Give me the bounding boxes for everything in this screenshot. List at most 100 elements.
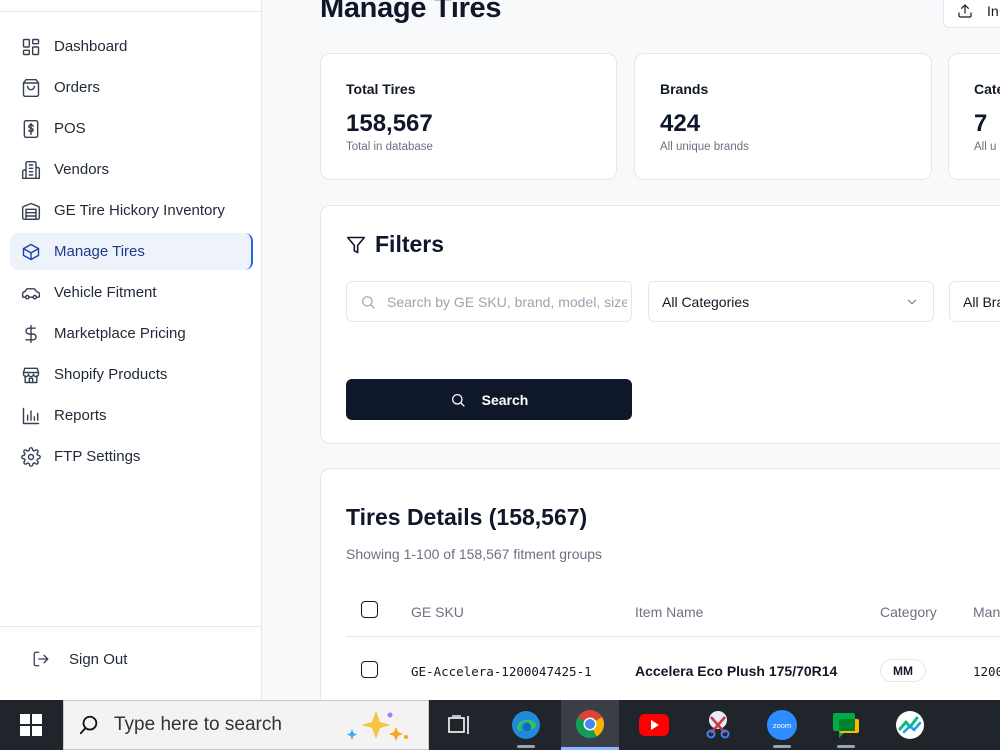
brand-select-value: All Bra	[963, 293, 1000, 310]
sidebar-item-orders[interactable]: Orders	[10, 69, 253, 106]
sidebar-item-label: Dashboard	[54, 38, 128, 55]
dollar-receipt-icon	[21, 119, 41, 139]
import-label: In	[987, 3, 999, 19]
sidebar-item-label: POS	[54, 120, 86, 137]
search-button-label: Search	[481, 391, 529, 408]
upload-icon	[958, 4, 972, 18]
column-header-item-name[interactable]: Item Name	[635, 604, 703, 620]
edge-icon[interactable]	[497, 700, 555, 750]
stat-value: 158,567	[346, 110, 433, 137]
windows-taskbar: Type here to search zoom	[0, 700, 1000, 750]
sidebar: Dashboard Orders POS Vendors GE Tire Hic…	[0, 0, 262, 700]
building-icon	[21, 160, 41, 180]
column-header-category[interactable]: Category	[880, 604, 937, 620]
category-badge: MM	[880, 659, 926, 682]
search-button[interactable]: Search	[346, 379, 632, 420]
sidebar-item-reports[interactable]: Reports	[10, 397, 253, 434]
search-icon	[451, 393, 465, 407]
sidebar-item-label: Vendors	[54, 161, 110, 178]
stat-subtext: All u	[974, 141, 997, 153]
filters-card: Filters All Categories All Bra Search	[320, 205, 1000, 444]
task-view-icon[interactable]	[431, 700, 489, 750]
sidebar-item-marketplace-pricing[interactable]: Marketplace Pricing	[10, 315, 253, 352]
column-header-ge-sku[interactable]: GE SKU	[411, 604, 464, 620]
stat-card-brands: Brands 424 All unique brands	[634, 53, 932, 180]
gear-icon	[21, 446, 41, 467]
details-subtitle: Showing 1-100 of 158,567 fitment groups	[346, 546, 603, 562]
tires-details-card: Tires Details (158,567) Showing 1-100 of…	[320, 468, 1000, 728]
sidebar-item-vehicle-fitment[interactable]: Vehicle Fitment	[10, 274, 253, 311]
zoom-icon[interactable]: zoom	[753, 700, 811, 750]
sidebar-item-label: Orders	[54, 79, 100, 96]
sidebar-item-label: Marketplace Pricing	[54, 325, 186, 342]
car-icon	[21, 283, 41, 303]
sidebar-item-label: Manage Tires	[54, 243, 145, 260]
warehouse-icon	[21, 201, 41, 221]
page-title: Manage Tires	[320, 0, 502, 24]
filter-icon	[346, 236, 366, 253]
column-header-manufacturer[interactable]: Man	[973, 604, 1000, 620]
search-icon	[79, 715, 98, 735]
sidebar-item-dashboard[interactable]: Dashboard	[10, 28, 253, 65]
stat-subtext: All unique brands	[660, 141, 749, 153]
row-checkbox[interactable]	[361, 661, 378, 678]
sidebar-item-shopify-products[interactable]: Shopify Products	[10, 356, 253, 393]
stat-subtext: Total in database	[346, 141, 433, 153]
bar-chart-icon	[21, 406, 41, 426]
details-title: Tires Details (158,567)	[346, 504, 588, 530]
store-icon	[21, 365, 41, 385]
sidebar-item-ftp-settings[interactable]: FTP Settings	[10, 438, 253, 475]
category-select[interactable]: All Categories	[648, 281, 934, 322]
search-input-wrapper[interactable]	[346, 281, 632, 322]
sidebar-item-label: GE Tire Hickory Inventory	[54, 202, 225, 219]
divider	[0, 11, 261, 12]
stat-value: 424	[660, 110, 701, 137]
sidebar-item-label: Shopify Products	[54, 366, 168, 383]
trading-app-icon[interactable]	[881, 700, 939, 750]
stat-value: 7	[974, 110, 988, 137]
sidebar-item-ge-tire-hickory-inventory[interactable]: GE Tire Hickory Inventory	[10, 192, 253, 229]
sign-out-button[interactable]: Sign Out	[32, 650, 127, 668]
cell-item-name: Accelera Eco Plush 175/70R14	[635, 663, 838, 679]
stat-label: Brands	[660, 81, 709, 97]
stat-label: Cate	[974, 81, 1000, 97]
stat-label: Total Tires	[346, 81, 416, 97]
cell-manufacturer: 1200	[973, 664, 1000, 679]
sidebar-item-label: FTP Settings	[54, 448, 141, 465]
sign-out-label: Sign Out	[69, 650, 128, 668]
sidebar-item-pos[interactable]: POS	[10, 110, 253, 147]
chrome-icon[interactable]	[561, 700, 619, 750]
sidebar-item-manage-tires[interactable]: Manage Tires	[10, 233, 253, 270]
google-chat-icon[interactable]	[817, 700, 875, 750]
stat-card-total-tires: Total Tires 158,567 Total in database	[320, 53, 617, 180]
sidebar-item-label: Reports	[54, 407, 107, 424]
stat-card-categories: Cate 7 All u	[948, 53, 1000, 180]
table-divider	[346, 636, 1000, 637]
sparkle-icon	[347, 711, 408, 741]
search-input[interactable]	[387, 293, 627, 310]
youtube-icon[interactable]	[625, 700, 683, 750]
log-out-icon	[33, 651, 49, 667]
snipping-tool-icon[interactable]	[689, 700, 747, 750]
sidebar-item-label: Vehicle Fitment	[54, 284, 157, 301]
brand-select[interactable]: All Bra	[949, 281, 1000, 322]
select-all-checkbox[interactable]	[361, 601, 378, 618]
cell-ge-sku: GE-Accelera-1200047425-1	[411, 664, 592, 679]
filters-title-text: Filters	[375, 231, 445, 257]
zoom-label: zoom	[773, 721, 791, 730]
windows-logo-icon	[20, 714, 42, 736]
category-select-value: All Categories	[662, 293, 750, 310]
dashboard-grid-icon	[21, 37, 41, 57]
package-box-icon	[21, 242, 41, 262]
taskbar-search-box[interactable]: Type here to search	[63, 700, 429, 750]
dollar-sign-icon	[21, 324, 41, 344]
shopping-bag-icon	[21, 78, 41, 98]
filters-heading: Filters	[346, 231, 444, 258]
import-button[interactable]: In	[943, 0, 1000, 28]
divider	[0, 626, 261, 627]
sidebar-item-vendors[interactable]: Vendors	[10, 151, 253, 188]
start-button[interactable]	[0, 700, 62, 750]
search-icon	[362, 295, 375, 309]
taskbar-search-text: Type here to search	[114, 714, 282, 735]
chevron-down-icon	[907, 299, 917, 304]
